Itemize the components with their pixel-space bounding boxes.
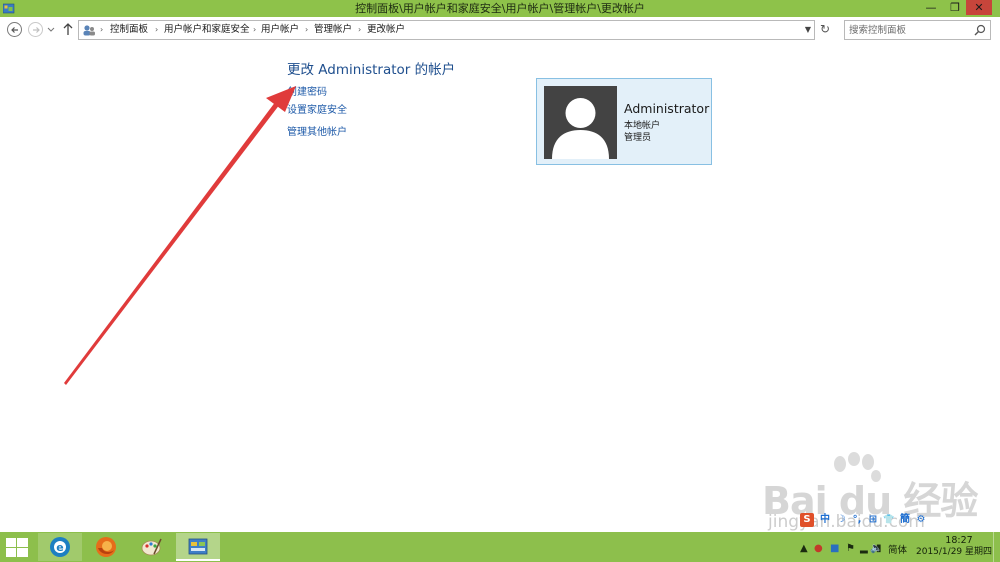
window-title: 控制面板\用户帐户和家庭安全\用户帐户\管理帐户\更改帐户: [355, 2, 645, 15]
ime-punctuation-icon[interactable]: °,: [850, 513, 864, 527]
user-silhouette-icon: [552, 98, 609, 159]
ime-keyboard-icon[interactable]: ⊞: [866, 513, 880, 527]
ime-skin-icon[interactable]: 👕: [882, 513, 896, 527]
ime-halfwidth-icon[interactable]: ☽: [834, 513, 848, 527]
arrow-left-icon: [11, 27, 18, 33]
breadcrumb-change-account[interactable]: 更改帐户: [367, 23, 405, 37]
breadcrumb-separator[interactable]: ›: [305, 23, 308, 37]
windows-start-icon[interactable]: [6, 538, 28, 557]
up-arrow-icon[interactable]: [62, 22, 74, 36]
taskbar-paint[interactable]: [130, 533, 174, 561]
clock-date[interactable]: 2015/1/29 星期四: [916, 547, 992, 558]
show-hidden-icons-chevron-icon[interactable]: ▲: [800, 544, 808, 554]
title-bar: 控制面板\用户帐户和家庭安全\用户帐户\管理帐户\更改帐户 — ❐ ✕: [0, 0, 1000, 17]
taskbar-firefox[interactable]: [84, 533, 128, 561]
account-tile: Administrator 本地帐户 管理员: [536, 78, 712, 165]
recent-pages-chevron-icon[interactable]: [47, 24, 55, 34]
account-role: 管理员: [624, 133, 652, 143]
close-button[interactable]: ✕: [966, 0, 992, 15]
control-panel-window-icon: [188, 538, 208, 555]
minimize-button[interactable]: —: [918, 0, 944, 15]
maximize-button[interactable]: ❐: [942, 0, 968, 15]
breadcrumb-manage-accounts[interactable]: 管理帐户: [314, 23, 352, 37]
search-input[interactable]: [849, 23, 969, 37]
user-accounts-icon: [83, 25, 95, 36]
firefox-icon: [96, 537, 116, 557]
breadcrumb-separator[interactable]: ›: [253, 23, 256, 37]
action-center-flag-icon[interactable]: ⚑: [846, 544, 855, 554]
avatar: [544, 86, 617, 159]
paint-palette-icon: [141, 538, 162, 556]
ime-traditional-toggle[interactable]: 簡: [898, 513, 912, 527]
network-icon[interactable]: ▂: [860, 544, 868, 554]
address-bar[interactable]: › 控制面板 › 用户帐户和家庭安全 › 用户帐户 › 管理帐户 › 更改帐户 …: [78, 20, 815, 40]
svg-text:e: e: [56, 541, 63, 554]
search-icon[interactable]: [974, 24, 986, 36]
internet-explorer-icon: e: [50, 537, 70, 557]
taskbar-control-panel[interactable]: [176, 533, 220, 561]
set-family-safety-link[interactable]: 设置家庭安全: [287, 101, 347, 116]
search-box[interactable]: [844, 20, 991, 40]
account-name: Administrator: [624, 101, 710, 116]
app-tray-icon[interactable]: ■: [830, 544, 839, 554]
ime-logo-icon[interactable]: S: [800, 513, 814, 527]
taskbar-internet-explorer[interactable]: e: [38, 533, 82, 561]
ime-chinese-mode[interactable]: 中: [818, 513, 832, 527]
manage-other-accounts-link[interactable]: 管理其他帐户: [287, 123, 347, 138]
clock-time[interactable]: 18:27: [930, 535, 988, 546]
show-desktop-button[interactable]: [993, 532, 1000, 562]
breadcrumb-separator[interactable]: ›: [155, 23, 158, 37]
qq-tray-icon[interactable]: ●: [814, 544, 823, 554]
back-button[interactable]: [7, 22, 22, 37]
breadcrumb-control-panel[interactable]: 控制面板: [110, 23, 148, 37]
forward-button[interactable]: [28, 22, 43, 37]
page-title: 更改 Administrator 的帐户: [287, 62, 456, 78]
navigation-bar: › 控制面板 › 用户帐户和家庭安全 › 用户帐户 › 管理帐户 › 更改帐户 …: [0, 17, 1000, 44]
breadcrumb-separator[interactable]: ›: [358, 23, 361, 37]
refresh-icon[interactable]: ↻: [818, 22, 832, 36]
breadcrumb-user-accounts[interactable]: 用户帐户: [261, 23, 299, 37]
ime-settings-icon[interactable]: ⚙: [914, 513, 928, 527]
ime-toolbar: S 中 ☽ °, ⊞ 👕 簡 ⚙: [800, 513, 930, 528]
arrow-right-icon: [33, 27, 40, 33]
breadcrumb-user-accounts-family-safety[interactable]: 用户帐户和家庭安全: [164, 23, 250, 37]
screen: 控制面板\用户帐户和家庭安全\用户帐户\管理帐户\更改帐户 — ❐ ✕ › 控制…: [0, 0, 1000, 562]
create-password-link[interactable]: 创建密码: [287, 83, 327, 98]
volume-icon[interactable]: 🔈: [870, 544, 882, 554]
breadcrumb-separator: ›: [100, 25, 104, 34]
address-history-chevron-icon[interactable]: ▼: [805, 25, 811, 34]
input-language-indicator[interactable]: 简体: [888, 542, 907, 556]
